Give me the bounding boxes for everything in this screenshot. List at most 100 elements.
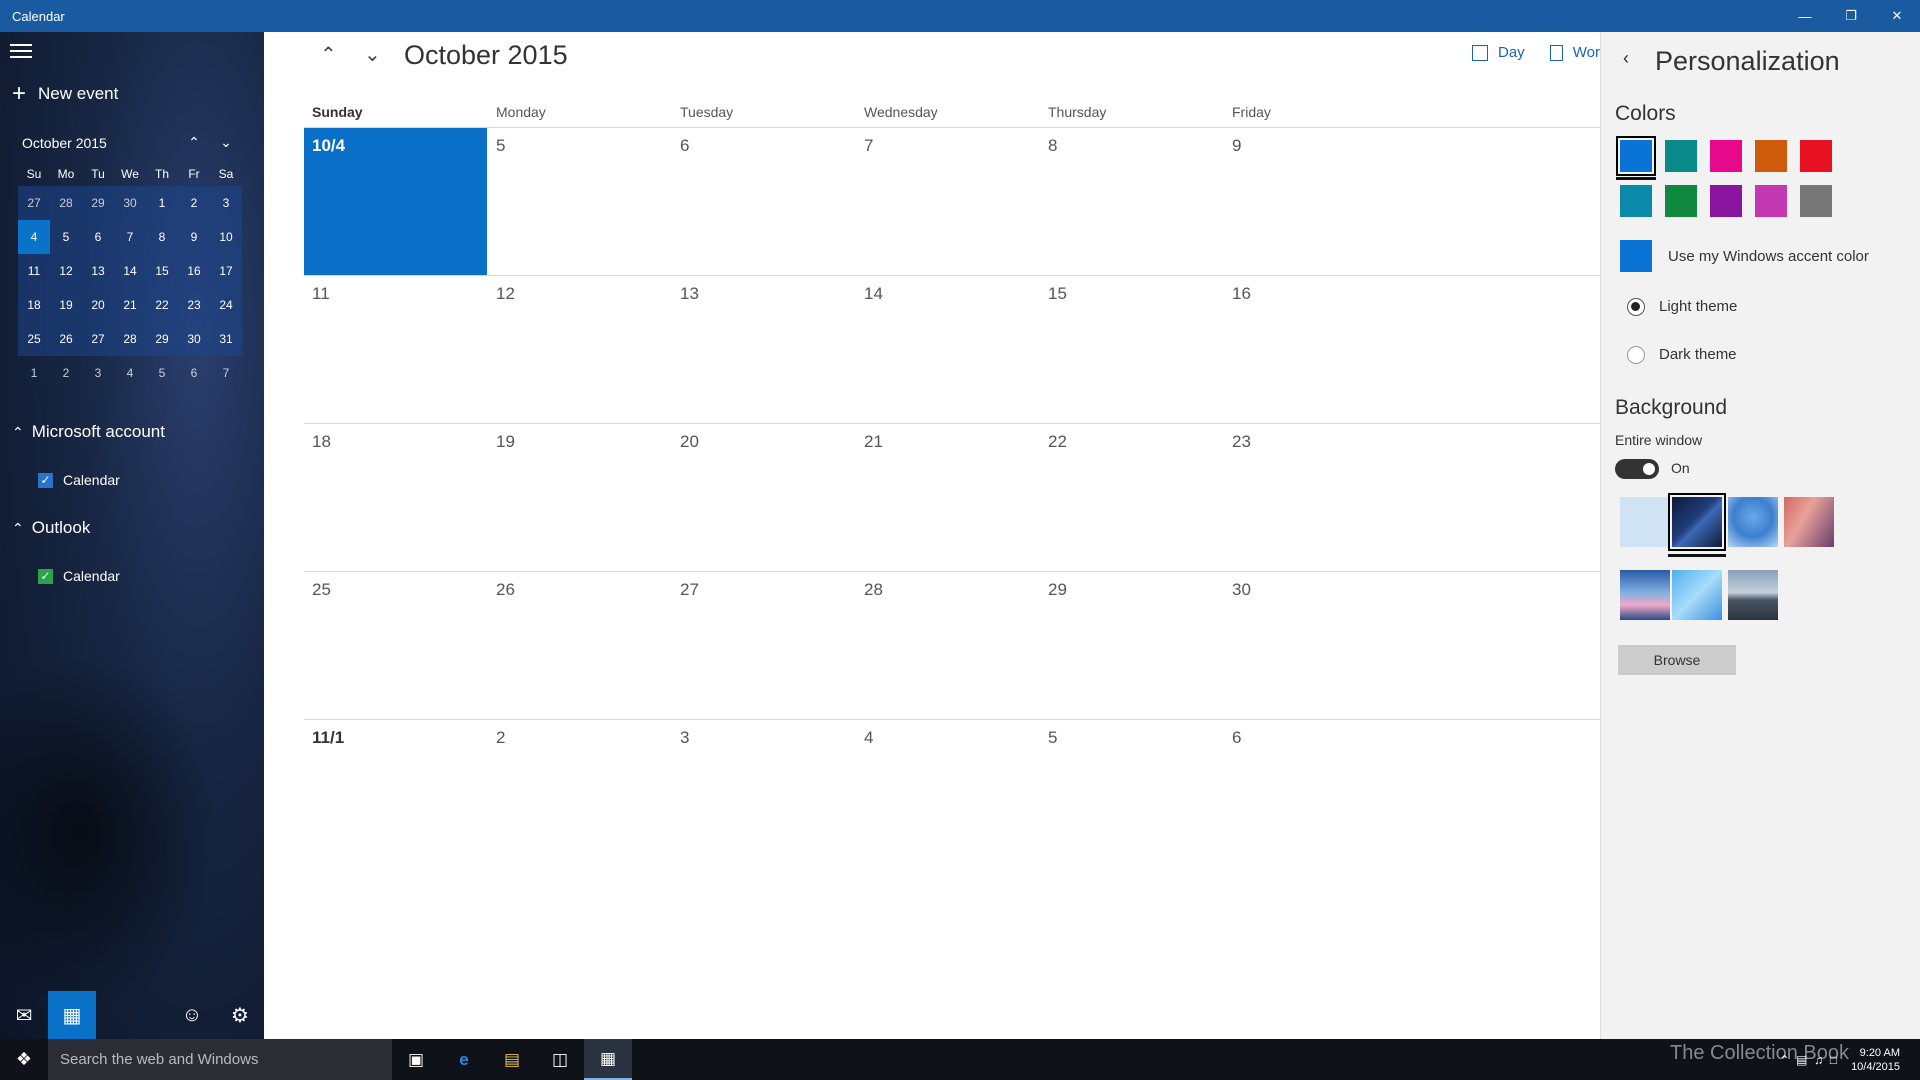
mini-day[interactable]: 4 — [114, 356, 146, 390]
edge-browser-icon[interactable]: e — [440, 1039, 488, 1080]
checkbox-icon[interactable]: ✓ — [38, 472, 53, 488]
day-cell-date[interactable]: 12 — [496, 284, 515, 304]
background-thumbnail-hills[interactable] — [1620, 570, 1670, 620]
day-cell-date[interactable]: 26 — [496, 580, 515, 600]
mail-icon[interactable]: ✉ — [0, 991, 48, 1039]
day-cell-date[interactable]: 29 — [1048, 580, 1067, 600]
account-header-outlook[interactable]: ⌃ Outlook — [12, 518, 90, 538]
mini-day[interactable]: 26 — [50, 322, 82, 356]
mini-day[interactable]: 18 — [18, 288, 50, 322]
today-date-label[interactable]: 10/4 — [312, 136, 345, 156]
mini-day[interactable]: 7 — [114, 220, 146, 254]
windows-start-icon[interactable]: ❖ — [0, 1039, 48, 1080]
calendar-app-icon[interactable]: ▦ — [584, 1039, 632, 1080]
color-swatch[interactable] — [1800, 140, 1832, 172]
mini-day[interactable]: 14 — [114, 254, 146, 288]
day-cell-date[interactable]: 25 — [312, 580, 331, 600]
mini-prev-month-icon[interactable]: ⌃ — [178, 134, 210, 151]
notifications-icon[interactable]: □ — [1830, 1053, 1837, 1067]
feedback-smiley-icon[interactable]: ☺ — [168, 991, 216, 1039]
calendar-toggle-microsoft[interactable]: ✓ Calendar — [38, 472, 120, 488]
mini-day[interactable]: 29 — [82, 186, 114, 220]
mini-day[interactable]: 28 — [50, 186, 82, 220]
background-thumbnail-light[interactable] — [1620, 497, 1670, 547]
mini-day[interactable]: 6 — [178, 356, 210, 390]
mini-day[interactable]: 12 — [50, 254, 82, 288]
mini-day[interactable]: 27 — [18, 186, 50, 220]
day-cell-date[interactable]: 14 — [864, 284, 883, 304]
account-header-microsoft[interactable]: ⌃ Microsoft account — [12, 422, 165, 442]
store-icon[interactable]: ◫ — [536, 1039, 584, 1080]
mini-day[interactable]: 28 — [114, 322, 146, 356]
mini-day[interactable]: 17 — [210, 254, 242, 288]
checkbox-icon[interactable]: ✓ — [38, 568, 53, 584]
color-swatch[interactable] — [1755, 140, 1787, 172]
color-swatch[interactable] — [1665, 140, 1697, 172]
mini-day[interactable]: 8 — [146, 220, 178, 254]
mini-day[interactable]: 15 — [146, 254, 178, 288]
back-arrow-icon[interactable]: ‹ — [1623, 48, 1629, 69]
mini-day[interactable]: 6 — [82, 220, 114, 254]
mini-day[interactable]: 19 — [50, 288, 82, 322]
mini-day[interactable]: 21 — [114, 288, 146, 322]
day-cell-date[interactable]: 9 — [1232, 136, 1241, 156]
color-swatch[interactable] — [1665, 185, 1697, 217]
day-cell-date[interactable]: 30 — [1232, 580, 1251, 600]
day-cell-date[interactable]: 8 — [1048, 136, 1057, 156]
light-theme-radio[interactable] — [1627, 298, 1645, 316]
mini-day[interactable]: 5 — [50, 220, 82, 254]
color-swatch[interactable] — [1620, 185, 1652, 217]
settings-gear-icon[interactable]: ⚙ — [216, 991, 264, 1039]
background-thumbnail-stars[interactable] — [1668, 493, 1726, 551]
mini-day[interactable]: 30 — [114, 186, 146, 220]
mini-day[interactable]: 29 — [146, 322, 178, 356]
dark-theme-label[interactable]: Dark theme — [1659, 346, 1737, 363]
mini-day[interactable]: 31 — [210, 322, 242, 356]
mini-day[interactable]: 4 — [18, 220, 50, 254]
mini-day[interactable]: 10 — [210, 220, 242, 254]
day-cell-date[interactable]: 6 — [1232, 728, 1241, 748]
accent-color-swatch[interactable] — [1620, 240, 1652, 272]
browse-button[interactable]: Browse — [1618, 645, 1736, 675]
day-cell-date[interactable]: 11 — [312, 284, 330, 304]
day-cell-date[interactable]: 21 — [864, 432, 883, 452]
day-cell-date[interactable]: 11/1 — [312, 728, 344, 748]
mini-day[interactable]: 16 — [178, 254, 210, 288]
day-cell-date[interactable]: 13 — [680, 284, 699, 304]
day-cell-date[interactable]: 22 — [1048, 432, 1067, 452]
day-cell-date[interactable]: 28 — [864, 580, 883, 600]
day-cell-date[interactable]: 27 — [680, 580, 699, 600]
mini-day[interactable]: 1 — [146, 186, 178, 220]
task-view-icon[interactable]: ▣ — [392, 1039, 440, 1080]
mini-day[interactable]: 7 — [210, 356, 242, 390]
mini-day[interactable]: 27 — [82, 322, 114, 356]
accent-color-label[interactable]: Use my Windows accent color — [1668, 248, 1869, 265]
month-title[interactable]: October 2015 — [404, 40, 568, 71]
day-cell-date[interactable]: 19 — [496, 432, 515, 452]
day-cell-date[interactable]: 7 — [864, 136, 873, 156]
light-theme-label[interactable]: Light theme — [1659, 298, 1737, 315]
previous-month-icon[interactable]: ⌃ — [320, 42, 337, 67]
mini-day[interactable]: 23 — [178, 288, 210, 322]
mini-day[interactable]: 13 — [82, 254, 114, 288]
calendar-icon[interactable]: ▦ — [48, 991, 96, 1039]
background-thumbnail-lake[interactable] — [1728, 570, 1778, 620]
mini-day[interactable]: 30 — [178, 322, 210, 356]
taskbar-search-box[interactable]: Search the web and Windows — [48, 1039, 392, 1080]
mini-day[interactable]: 2 — [50, 356, 82, 390]
day-cell-date[interactable]: 23 — [1232, 432, 1251, 452]
background-thumbnail-canyon[interactable] — [1784, 497, 1834, 547]
day-cell-date[interactable]: 3 — [680, 728, 689, 748]
day-cell-date[interactable]: 20 — [680, 432, 699, 452]
color-swatch[interactable] — [1755, 185, 1787, 217]
mini-day[interactable]: 5 — [146, 356, 178, 390]
day-view-button[interactable]: Day — [1472, 44, 1525, 61]
entire-window-toggle[interactable] — [1615, 459, 1659, 479]
mini-day[interactable]: 9 — [178, 220, 210, 254]
day-cell-date[interactable]: 18 — [312, 432, 331, 452]
restore-button[interactable]: ❐ — [1828, 0, 1874, 32]
day-cell-date[interactable]: 6 — [680, 136, 689, 156]
file-explorer-icon[interactable]: ▤ — [488, 1039, 536, 1080]
mini-day[interactable]: 11 — [18, 254, 50, 288]
calendar-toggle-outlook[interactable]: ✓ Calendar — [38, 568, 120, 584]
